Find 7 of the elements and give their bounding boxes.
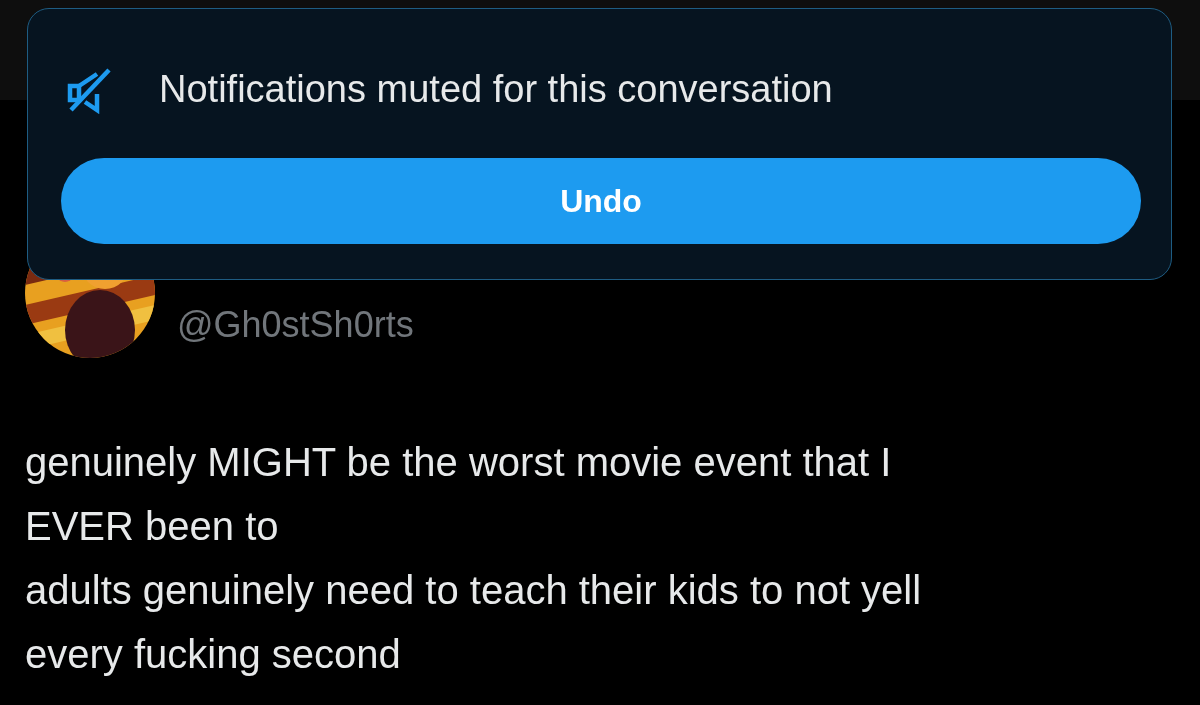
user-handle[interactable]: @Gh0stSh0rts — [177, 298, 414, 352]
toast-message: Notifications muted for this conversation — [159, 67, 833, 112]
tweet-text-line: adults genuinely need to teach their kids to not yell — [25, 567, 922, 614]
undo-button[interactable]: Undo — [61, 158, 1141, 244]
tweet-text-line: every fucking second — [25, 631, 401, 678]
tweet-text-line: genuinely MIGHT be the worst movie event that I — [25, 439, 892, 486]
tweet-text-line: EVER been to — [25, 503, 279, 550]
